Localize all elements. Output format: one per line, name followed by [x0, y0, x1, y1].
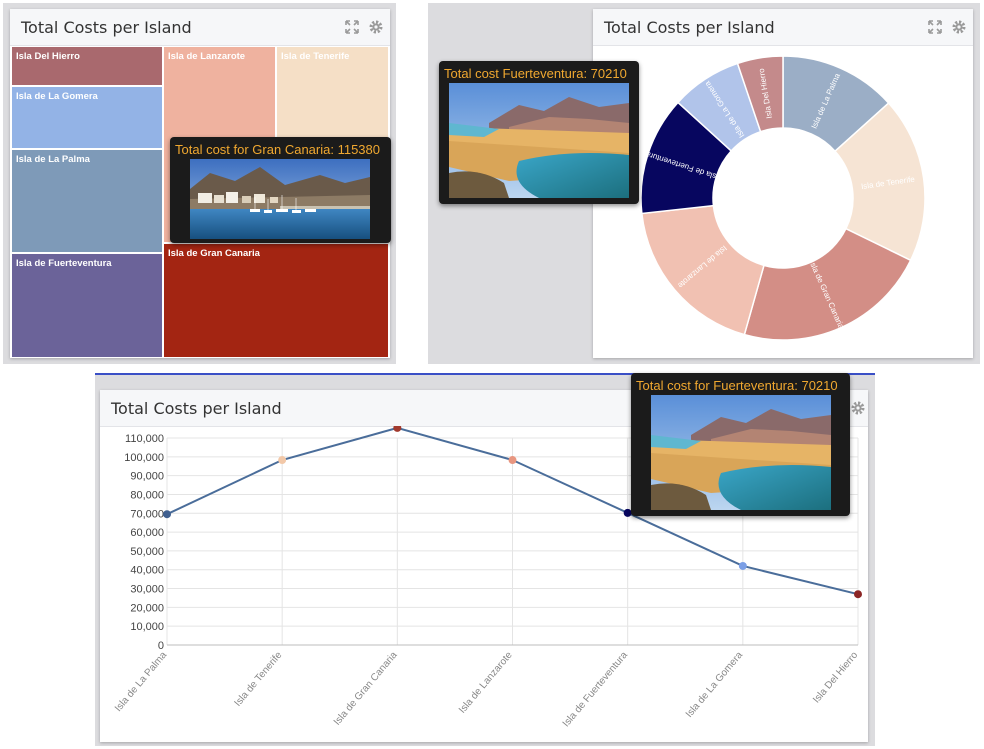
- data-point-isla-de-tenerife[interactable]: [278, 456, 287, 465]
- y-tick-label: 90,000: [130, 471, 164, 483]
- x-tick-label: Isla de Tenerife: [233, 650, 285, 709]
- treemap-cell-isla-de-la-gomera[interactable]: Isla de La Gomera: [11, 86, 163, 150]
- data-point-isla-de-lanzarote[interactable]: [508, 456, 517, 465]
- x-tick-label: Isla de Gran Canaria: [332, 650, 400, 728]
- treemap-cell-label: Isla de Tenerife: [281, 51, 350, 62]
- y-tick-label: 80,000: [130, 489, 164, 501]
- gear-icon[interactable]: [368, 19, 384, 35]
- treemap-cell-label: Isla de Gran Canaria: [168, 247, 260, 259]
- treemap-cell-isla-de-fuerteventura[interactable]: Isla de Fuerteventura: [11, 253, 163, 358]
- treemap-cell-label: Isla Del Hierro: [16, 51, 80, 62]
- treemap-cell-label: Isla de La Gomera: [16, 91, 98, 103]
- y-tick-label: 70,000: [130, 508, 164, 520]
- x-tick-label: Isla Del Hierro: [811, 650, 860, 706]
- x-tick-label: Isla de Lanzarote: [457, 650, 515, 716]
- y-tick-label: 10,000: [130, 621, 164, 633]
- x-tick-label: Isla de La Gomera: [684, 650, 746, 720]
- gear-icon[interactable]: [951, 19, 967, 35]
- gran-canaria-harbor-photo: [190, 159, 370, 239]
- y-tick-label: 30,000: [130, 584, 164, 596]
- y-tick-label: 100,000: [124, 452, 164, 464]
- donut-widget-header: Total Costs per Island: [593, 9, 973, 46]
- tooltip-text: Total cost for Fuerteventura: 70210: [636, 378, 838, 393]
- y-tick-label: 110,000: [125, 433, 164, 445]
- treemap-cell-label: Isla de Fuerteventura: [16, 258, 112, 270]
- x-tick-label: Isla de La Palma: [113, 650, 170, 714]
- treemap-cell-isla-de-la-palma[interactable]: Isla de La Palma: [11, 149, 163, 254]
- treemap-cell-isla-de-gran-canaria[interactable]: Isla de Gran Canaria: [163, 242, 389, 358]
- y-tick-label: 20,000: [130, 602, 164, 614]
- data-point-isla-del-hierro[interactable]: [854, 590, 862, 599]
- treemap-cell-label: Isla de Lanzarote: [168, 51, 246, 62]
- tooltip-fuerteventura: Total cost Fuerteventura: 70210: [439, 61, 639, 204]
- y-tick-label: 50,000: [130, 546, 164, 558]
- widget-title: Total Costs per Island: [604, 18, 775, 37]
- treemap-cell-label: Isla de La Palma: [16, 154, 90, 166]
- tooltip-gran-canaria: Total cost for Gran Canaria: 115380: [170, 137, 391, 243]
- donut-chart: Isla de La PalmaIsla de TenerifeIsla de …: [640, 55, 926, 341]
- expand-icon[interactable]: [344, 19, 360, 35]
- fuerteventura-beach-photo: [449, 83, 629, 198]
- data-point-isla-de-gran-canaria[interactable]: [393, 426, 402, 432]
- widget-title: Total Costs per Island: [111, 399, 282, 418]
- tooltip-text: Total cost Fuerteventura: 70210: [444, 66, 627, 81]
- y-tick-label: 60,000: [130, 527, 164, 539]
- tooltip-text: Total cost for Gran Canaria: 115380: [175, 142, 380, 157]
- expand-icon[interactable]: [927, 19, 943, 35]
- treemap-widget-header: Total Costs per Island: [10, 9, 390, 46]
- widget-title: Total Costs per Island: [21, 18, 192, 37]
- treemap-cell-isla-del-hierro[interactable]: Isla Del Hierro: [11, 46, 163, 87]
- data-point-isla-de-la-palma[interactable]: [163, 510, 171, 519]
- y-tick-label: 40,000: [130, 565, 164, 577]
- tooltip-fuerteventura-line: Total cost for Fuerteventura: 70210: [631, 373, 850, 516]
- fuerteventura-beach-photo: [651, 395, 831, 510]
- x-tick-label: Isla de Fuerteventura: [561, 650, 630, 730]
- gear-icon[interactable]: [850, 400, 866, 416]
- data-point-isla-de-la-gomera[interactable]: [738, 561, 747, 570]
